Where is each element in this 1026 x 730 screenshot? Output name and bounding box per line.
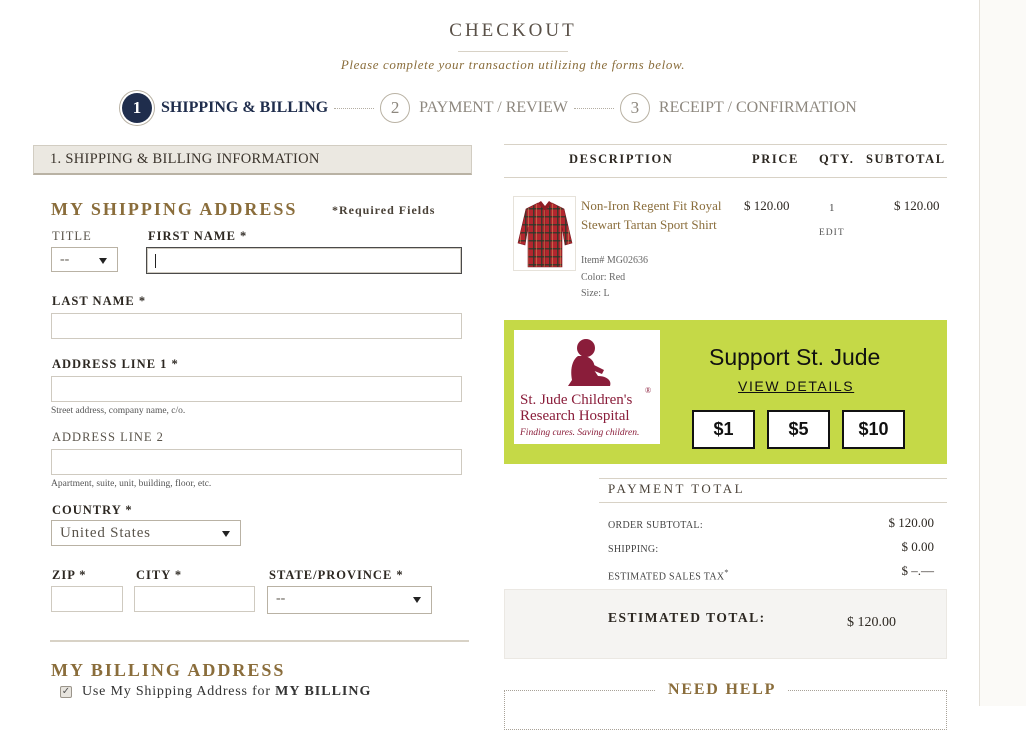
estimated-total-label: ESTIMATED TOTAL: [608, 610, 766, 625]
page-subtitle: Please complete your transaction utilizi… [340, 57, 686, 72]
step-3-label: RECEIPT / CONFIRMATION [658, 99, 857, 116]
first-name-label: FIRST NAME * [148, 229, 248, 243]
donation-title: Support St. Jude [709, 344, 881, 370]
same-as-shipping-checkbox[interactable]: ✓ [60, 686, 72, 698]
country-select[interactable]: United States [51, 520, 241, 546]
sales-tax-value: $ –.–– [901, 563, 935, 578]
product-name-link[interactable]: Non-Iron Regent Fit Royal Stewart Tartan… [581, 196, 731, 234]
page-title: CHECKOUT [449, 20, 577, 41]
shirt-image [517, 201, 573, 268]
step-2-number: 2 [380, 93, 411, 123]
edit-link[interactable]: EDIT [819, 228, 845, 238]
st-jude-tagline: Finding cures. Saving children. [520, 428, 640, 438]
city-label: CITY * [136, 568, 183, 582]
address2-label: ADDRESS LINE 2 [52, 430, 164, 444]
donate-5-button[interactable]: $5 [767, 410, 830, 449]
step-1-number: 1 [122, 93, 152, 123]
product-item-number: Item# MG02636 [581, 255, 648, 266]
cart-top-divider [504, 144, 947, 145]
step-shipping-billing: 1 SHIPPING & BILLING [122, 93, 328, 123]
section-header: 1. SHIPPING & BILLING INFORMATION [33, 145, 472, 175]
st-jude-logo-text: St. Jude Children's Research Hospital [520, 392, 633, 424]
need-help-title: NEED HELP [656, 681, 789, 699]
step-connector [573, 107, 614, 109]
checkout-steps: 1 SHIPPING & BILLING 2 PAYMENT / REVIEW … [122, 92, 857, 124]
product-thumbnail[interactable] [513, 196, 576, 271]
page-right-gutter [980, 0, 1026, 706]
step-payment-review: 2 PAYMENT / REVIEW [380, 93, 568, 123]
chevron-down-icon [99, 258, 107, 264]
cart-header-price: PRICE [752, 152, 799, 166]
same-as-shipping-label: Use My Shipping Address for MY BILLING [82, 684, 372, 699]
city-input[interactable] [134, 586, 255, 612]
title-divider [458, 51, 568, 52]
state-label: STATE/PROVINCE * [269, 568, 404, 582]
payment-total-title: PAYMENT TOTAL [608, 481, 746, 496]
country-select-value: United States [60, 525, 151, 541]
step-3-number: 3 [619, 93, 650, 123]
address1-label: ADDRESS LINE 1 * [52, 357, 179, 371]
order-subtotal-label: ORDER SUBTOTAL: [608, 520, 703, 531]
form-divider [50, 640, 469, 642]
last-name-input[interactable] [51, 313, 462, 339]
zip-label: ZIP * [52, 568, 87, 582]
address1-input[interactable] [51, 376, 462, 402]
state-select[interactable]: -- [267, 586, 432, 614]
product-price: $ 120.00 [744, 198, 790, 213]
step-2-label: PAYMENT / REVIEW [419, 99, 568, 116]
cart-header-divider [504, 177, 947, 178]
st-jude-logo: ® St. Jude Children's Research Hospital F… [514, 330, 660, 444]
product-subtotal: $ 120.00 [894, 198, 940, 213]
donate-10-button[interactable]: $10 [842, 410, 905, 449]
shipping-value: $ 0.00 [901, 539, 935, 554]
sales-tax-label: ESTIMATED SALES TAX* [608, 568, 729, 583]
step-1-label: SHIPPING & BILLING [161, 99, 329, 116]
address2-hint: Apartment, suite, unit, building, floor,… [51, 479, 212, 489]
view-details-link[interactable]: VIEW DETAILS [738, 378, 854, 394]
donate-1-button[interactable]: $1 [692, 410, 755, 449]
zip-input[interactable] [51, 586, 123, 612]
product-color: Color: Red [581, 272, 626, 283]
required-fields-note: *Required Fields [332, 203, 436, 217]
address1-hint: Street address, company name, c/o. [51, 406, 186, 416]
title-select-value: -- [60, 252, 70, 267]
billing-heading: MY BILLING ADDRESS [51, 660, 286, 680]
chevron-down-icon [413, 597, 421, 603]
product-size: Size: L [581, 288, 610, 299]
last-name-label: LAST NAME * [52, 294, 147, 308]
state-select-value: -- [276, 591, 286, 606]
country-label: COUNTRY * [52, 503, 133, 517]
cart-header-description: DESCRIPTION [569, 152, 674, 166]
chevron-down-icon [222, 531, 230, 537]
payment-total-bottom-divider [599, 502, 947, 503]
shipping-label: SHIPPING: [608, 544, 659, 555]
estimated-total-value: $ 120.00 [847, 615, 896, 630]
title-label: TITLE [52, 229, 92, 243]
st-jude-donation-banner: ® St. Jude Children's Research Hospital F… [504, 320, 947, 464]
text-caret [155, 254, 156, 268]
cart-header-subtotal: SUBTOTAL [866, 152, 946, 166]
order-subtotal-value: $ 120.00 [888, 515, 935, 530]
payment-total-top-divider [599, 478, 947, 479]
step-connector [334, 107, 375, 109]
title-select[interactable]: -- [51, 247, 118, 272]
address2-input[interactable] [51, 449, 462, 475]
cart-header-qty: QTY. [819, 152, 855, 166]
step-receipt-confirmation: 3 RECEIPT / CONFIRMATION [619, 93, 857, 123]
st-jude-child-figure-icon [568, 339, 611, 386]
shipping-heading: MY SHIPPING ADDRESS [51, 199, 298, 219]
product-qty: 1 [829, 202, 835, 214]
first-name-input[interactable] [146, 247, 462, 274]
